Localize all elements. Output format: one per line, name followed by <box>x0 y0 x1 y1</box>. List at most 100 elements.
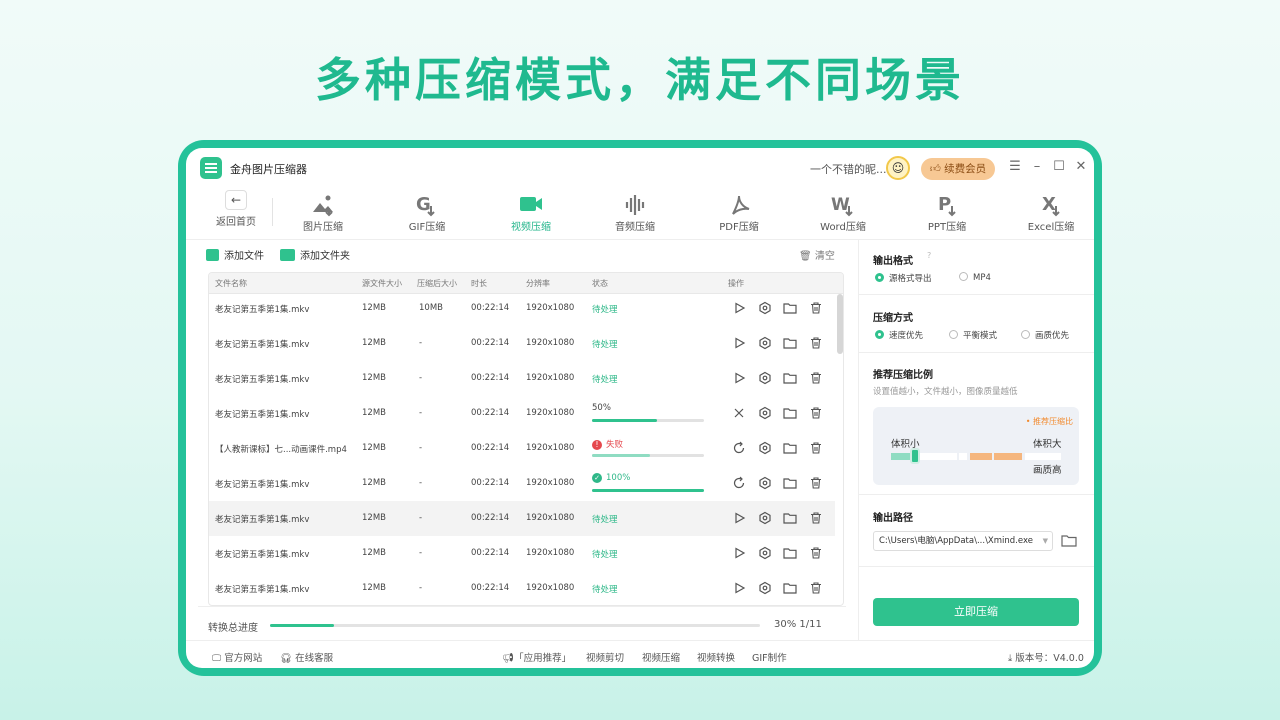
table-row[interactable]: 老友记第五季第1集.mkv 12MB - 00:22:14 1920x1080 50% <box>209 396 835 431</box>
footer-link-gif[interactable]: GIF制作 <box>752 650 787 664</box>
back-home-button[interactable]: ← 返回首页 <box>208 190 264 228</box>
compressed-size: - <box>419 373 423 383</box>
output-path-select[interactable]: C:\Users\电脑\AppData\...\Xmind.exe ▼ <box>873 531 1053 551</box>
folder-icon[interactable] <box>783 301 797 315</box>
settings-icon[interactable] <box>758 301 772 315</box>
ratio-track-recommended <box>970 453 992 460</box>
ratio-slider-handle[interactable] <box>910 448 920 464</box>
add-folder-button[interactable]: 添加文件夹 <box>280 247 350 262</box>
status-failed-label: 失败 <box>606 440 624 450</box>
retry-icon[interactable] <box>732 476 746 490</box>
tab-label: PDF压缩 <box>719 222 759 233</box>
app-window: 金舟图片压缩器 一个不错的昵... ☺ 👍︎ 续费会员 ☰ – ☐ ✕ ← 返回… <box>186 148 1094 668</box>
format-option-mp4-label: MP4 <box>973 273 991 283</box>
toolbar-divider <box>272 198 273 226</box>
settings-icon[interactable] <box>758 441 772 455</box>
service-link[interactable]: 🎧︎ 在线客服 <box>280 650 333 664</box>
settings-icon[interactable] <box>758 336 772 350</box>
mode-option-quality-label: 画质优先 <box>1035 331 1070 341</box>
table-row[interactable]: 老友记第五季第1集.mkv 12MB - 00:22:14 1920x1080 待处理 <box>209 571 835 605</box>
tab-word-compress[interactable]: W Word压缩 <box>798 188 888 233</box>
table-row[interactable]: 老友记第五季第1集.mkv 12MB - 00:22:14 1920x1080 ✓ 100% <box>209 466 835 501</box>
monitor-icon: 🖵 <box>212 653 222 664</box>
maximize-icon[interactable]: ☐ <box>1052 159 1066 175</box>
mode-option-quality[interactable]: 画质优先 <box>1021 329 1069 341</box>
folder-icon[interactable] <box>783 336 797 350</box>
user-name[interactable]: 一个不错的昵... <box>810 161 887 177</box>
table-row[interactable]: 老友记第五季第1集.mkv 12MB - 00:22:14 1920x1080 待处理 <box>209 361 835 396</box>
settings-icon[interactable] <box>758 371 772 385</box>
avatar[interactable]: ☺ <box>886 156 910 180</box>
row-progress-fill <box>592 419 657 422</box>
delete-icon[interactable] <box>809 441 823 455</box>
open-folder-icon[interactable] <box>1061 533 1077 547</box>
tab-audio-compress[interactable]: 音频压缩 <box>590 188 680 233</box>
audio-compress-icon <box>625 195 645 215</box>
tab-excel-compress[interactable]: X Excel压缩 <box>1006 188 1094 233</box>
delete-icon[interactable] <box>809 301 823 315</box>
table-row[interactable]: 老友记第五季第1集.mkv 12MB - 00:22:14 1920x1080 待处理 <box>209 536 835 571</box>
add-file-button[interactable]: 添加文件 <box>206 247 264 262</box>
footer-link-convert[interactable]: 视频转换 <box>697 650 735 664</box>
compress-now-button[interactable]: 立即压缩 <box>873 598 1079 626</box>
footer-link-cut[interactable]: 视频剪切 <box>586 650 624 664</box>
play-icon[interactable] <box>732 581 746 595</box>
table-row[interactable]: 老友记第五季第1集.mkv 12MB - 00:22:14 1920x1080 待处理 <box>209 326 835 361</box>
footer-link-compress[interactable]: 视频压缩 <box>642 650 680 664</box>
delete-icon[interactable] <box>809 581 823 595</box>
settings-icon[interactable] <box>758 406 772 420</box>
app-frame: 金舟图片压缩器 一个不错的昵... ☺ 👍︎ 续费会员 ☰ – ☐ ✕ ← 返回… <box>178 140 1102 676</box>
table-scrollbar[interactable] <box>837 294 843 354</box>
play-icon[interactable] <box>732 371 746 385</box>
help-icon[interactable]: ? <box>927 251 931 260</box>
folder-icon[interactable] <box>783 371 797 385</box>
file-name: 老友记第五季第1集.mkv <box>215 550 310 560</box>
clear-button[interactable]: 🗑︎ 清空 <box>799 247 835 262</box>
retry-icon[interactable] <box>732 441 746 455</box>
mode-option-balance[interactable]: 平衡模式 <box>949 329 997 341</box>
delete-icon[interactable] <box>809 511 823 525</box>
tab-image-compress[interactable]: 图片压缩 <box>278 188 368 233</box>
folder-icon[interactable] <box>783 441 797 455</box>
folder-icon[interactable] <box>783 511 797 525</box>
format-option-source[interactable]: 源格式导出 <box>875 272 932 284</box>
cancel-icon[interactable] <box>732 406 746 420</box>
play-icon[interactable] <box>732 301 746 315</box>
close-icon[interactable]: ✕ <box>1074 159 1088 175</box>
minimize-icon[interactable]: – <box>1030 159 1044 175</box>
folder-icon[interactable] <box>783 476 797 490</box>
delete-icon[interactable] <box>809 371 823 385</box>
table-row[interactable]: 老友记第五季第1集.mkv 12MB 10MB 00:22:14 1920x1080 待处… <box>209 291 835 326</box>
play-icon[interactable] <box>732 511 746 525</box>
ratio-track-recommended <box>994 453 1022 460</box>
format-option-mp4[interactable]: MP4 <box>959 272 991 283</box>
resolution: 1920x1080 <box>526 513 575 523</box>
tab-video-compress[interactable]: 视频压缩 <box>486 188 576 233</box>
folder-icon[interactable] <box>783 406 797 420</box>
table-row[interactable]: 老友记第五季第1集.mkv 12MB - 00:22:14 1920x1080 待处理 <box>209 501 835 536</box>
settings-icon[interactable] <box>758 546 772 560</box>
settings-icon[interactable] <box>758 511 772 525</box>
tab-ppt-compress[interactable]: P PPT压缩 <box>902 188 992 233</box>
website-link[interactable]: 🖵 官方网站 <box>212 650 262 664</box>
settings-icon[interactable] <box>758 581 772 595</box>
duration: 00:22:14 <box>471 583 510 593</box>
menu-icon[interactable]: ☰ <box>1008 159 1022 175</box>
trash-icon: 🗑︎ <box>799 251 812 262</box>
play-icon[interactable] <box>732 546 746 560</box>
duration: 00:22:14 <box>471 338 510 348</box>
delete-icon[interactable] <box>809 406 823 420</box>
play-icon[interactable] <box>732 336 746 350</box>
table-row[interactable]: 【人教新课标】七...动画课件.mp4 12MB - 00:22:14 1920x108… <box>209 431 835 466</box>
delete-icon[interactable] <box>809 336 823 350</box>
tab-pdf-compress[interactable]: PDF压缩 <box>694 188 784 233</box>
tab-gif-compress[interactable]: G GIF压缩 <box>382 188 472 233</box>
mode-option-speed[interactable]: 速度优先 <box>875 329 923 341</box>
delete-icon[interactable] <box>809 476 823 490</box>
settings-icon[interactable] <box>758 476 772 490</box>
thumb-icon: 👍︎ <box>929 163 941 175</box>
delete-icon[interactable] <box>809 546 823 560</box>
vip-renew-button[interactable]: 👍︎ 续费会员 <box>921 158 995 180</box>
folder-icon[interactable] <box>783 581 797 595</box>
folder-icon[interactable] <box>783 546 797 560</box>
